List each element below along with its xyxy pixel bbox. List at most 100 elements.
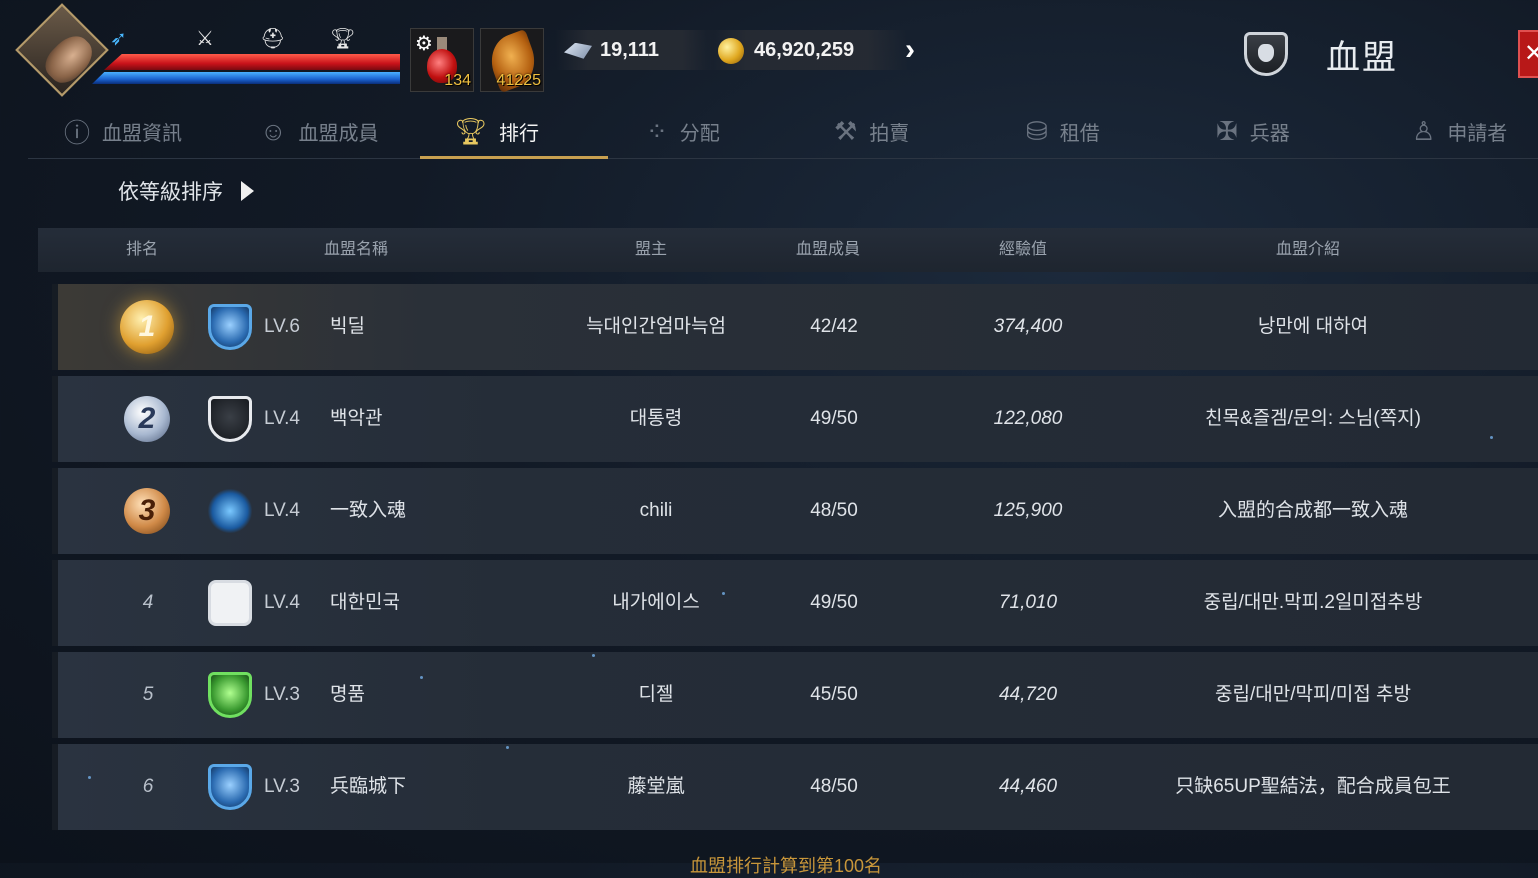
clan-name: 빅딜 <box>330 316 365 337</box>
trophy-icon[interactable]: 🏆︎ <box>330 26 355 51</box>
crystal-currency: 19,111 <box>556 30 714 70</box>
sword-icon[interactable]: ⚔ <box>196 26 214 51</box>
rank-number: 5 <box>142 684 154 705</box>
sparkle-particle <box>506 746 509 749</box>
rank-number: 4 <box>142 592 154 613</box>
tab-label: 兵器 <box>1249 122 1290 145</box>
header-leader: 盟主 <box>634 241 668 258</box>
clan-leader: 늑대인간엄마늑엄 <box>586 316 726 337</box>
coins-icon: ⛁ <box>1026 115 1048 146</box>
clan-name: 명품 <box>330 684 365 705</box>
clan-tabs: ⓘ 血盟資訊 ☺ 血盟成員 🏆︎ 排行 ⁘ 分配 ⚒ 拍賣 ⛁ 租借 ✠ 兵器 ♙ 申請者 <box>28 104 1538 159</box>
gold-currency: 46,920,259 <box>706 30 908 70</box>
tab-distribute[interactable]: ⁘ 分配 <box>646 104 720 158</box>
clan-crest-icon <box>208 304 252 350</box>
clan-crest-icon <box>208 488 252 534</box>
rank-number: 1 <box>138 310 156 343</box>
active-tab-indicator <box>420 156 608 159</box>
crystal-icon <box>564 42 592 59</box>
tab-label: 租借 <box>1059 122 1100 145</box>
bronze-medal-icon: 3 <box>124 488 170 534</box>
sparkle-particle <box>88 776 91 779</box>
clan-exp: 71,010 <box>998 592 1058 613</box>
tab-label: 血盟成員 <box>298 122 379 145</box>
gold-amount: 46,920,259 <box>754 39 855 61</box>
clan-intro: 只缺65UP聖結法，配合成員包王 <box>1175 776 1451 797</box>
tab-ranking[interactable]: 🏆︎ 排行 <box>454 104 539 158</box>
currency-expand-arrow-icon[interactable]: › <box>892 30 928 70</box>
clan-name: 대한민국 <box>330 592 400 613</box>
clan-level: LV.4 <box>264 408 300 429</box>
potion-count: 134 <box>444 72 471 89</box>
clan-intro: 入盟的合成都一致入魂 <box>1217 500 1409 521</box>
table-row[interactable]: 4 LV.4 대한민국 내가에이스 49/50 71,010 중립/대만.막피.… <box>52 560 1538 646</box>
header-rank: 排名 <box>125 241 159 258</box>
table-row[interactable]: 6 LV.3 兵臨城下 藤堂嵐 48/50 44,460 只缺65UP聖結法，配… <box>52 744 1538 830</box>
close-button[interactable]: ✕ <box>1518 30 1538 78</box>
tab-label: 申請者 <box>1447 122 1508 145</box>
clan-exp: 44,460 <box>998 776 1058 797</box>
feather-slot[interactable]: 41225 <box>480 28 544 93</box>
tab-clan-info[interactable]: ⓘ 血盟資訊 <box>64 104 182 158</box>
clan-level: LV.4 <box>264 592 300 613</box>
clan-members: 45/50 <box>810 684 858 705</box>
ranking-footer-note: 血盟排行計算到第100名 <box>690 856 883 876</box>
clan-exp: 44,720 <box>998 684 1058 705</box>
helmet-icon[interactable]: ⛑ <box>260 26 285 51</box>
gold-coin-icon <box>718 37 744 64</box>
table-row[interactable]: 3 LV.4 一致入魂 chili 48/50 125,900 入盟的合成都一致… <box>52 468 1538 554</box>
sort-label: 依等級排序 <box>118 181 223 204</box>
sort-toggle[interactable]: 依等級排序 <box>118 176 254 206</box>
clan-members: 48/50 <box>810 500 858 521</box>
clan-name: 一致入魂 <box>330 500 407 521</box>
clan-exp: 125,900 <box>993 500 1063 521</box>
clan-level: LV.3 <box>264 684 300 705</box>
feather-count: 41225 <box>496 72 542 89</box>
hp-bar <box>104 54 400 70</box>
rank-number: 6 <box>142 776 154 797</box>
top-hud: ➶ ⚔ ⛑ 🏆︎ ⚙ 134 41225 19,111 46,920,259 ›… <box>0 0 1538 100</box>
tab-clan-members[interactable]: ☺ 血盟成員 <box>260 104 379 158</box>
character-face-image <box>38 28 100 90</box>
clan-leader: 디젤 <box>638 684 674 705</box>
clan-exp: 374,400 <box>993 316 1063 337</box>
gold-medal-icon: 1 <box>120 300 174 354</box>
clan-leader: 藤堂嵐 <box>627 776 685 797</box>
header-members: 血盟成員 <box>795 241 861 258</box>
clan-leader: chili <box>639 500 673 521</box>
header-exp: 經驗值 <box>998 241 1048 258</box>
clan-name: 兵臨城下 <box>330 776 407 797</box>
clan-lion-emblem-icon <box>1244 32 1288 76</box>
tab-label: 分配 <box>679 122 720 145</box>
clan-level: LV.4 <box>264 500 300 521</box>
clan-crest-icon <box>208 396 252 442</box>
header-clan-name: 血盟名稱 <box>323 241 389 258</box>
tab-applicants[interactable]: ♙ 申請者 <box>1412 104 1507 158</box>
gear-icon[interactable]: ⚙ <box>415 31 433 56</box>
clan-crest-icon <box>208 580 252 626</box>
clan-members: 48/50 <box>810 776 858 797</box>
page-title: 血盟 <box>1326 39 1398 77</box>
sparkle-particle <box>592 654 595 657</box>
clan-name: 백악관 <box>330 408 383 429</box>
clan-members: 49/50 <box>810 408 858 429</box>
table-row[interactable]: 2 LV.4 백악관 대통령 49/50 122,080 친목&즐겜/문의: 스… <box>52 376 1538 462</box>
clan-leader: 내가에이스 <box>612 592 700 613</box>
tab-rental[interactable]: ⛁ 租借 <box>1026 104 1100 158</box>
table-header: 排名 血盟名稱 盟主 血盟成員 經驗值 血盟介紹 <box>38 228 1538 272</box>
tab-auction[interactable]: ⚒ 拍賣 <box>834 104 909 158</box>
clan-leader: 대통령 <box>629 408 683 429</box>
header-intro: 血盟介紹 <box>1275 241 1341 258</box>
wing-boost-icon[interactable]: ➶ <box>110 26 127 51</box>
clan-intro: 중립/대만/막피/미접 추방 <box>1215 684 1411 705</box>
clan-crest-icon <box>208 672 252 718</box>
table-row[interactable]: 5 LV.3 명품 디젤 45/50 44,720 중립/대만/막피/미접 추방 <box>52 652 1538 738</box>
distribute-icon: ⁘ <box>646 115 668 146</box>
tab-weapons[interactable]: ✠ 兵器 <box>1216 104 1290 158</box>
sparkle-particle <box>1490 436 1493 439</box>
potion-slot[interactable]: ⚙ 134 <box>410 28 474 92</box>
mp-bar <box>92 72 400 84</box>
trophy-icon: 🏆︎ <box>454 115 488 146</box>
table-row[interactable]: 1 LV.6 빅딜 늑대인간엄마늑엄 42/42 374,400 낭만에 대하여 <box>52 284 1538 370</box>
clan-crest-icon <box>208 764 252 810</box>
